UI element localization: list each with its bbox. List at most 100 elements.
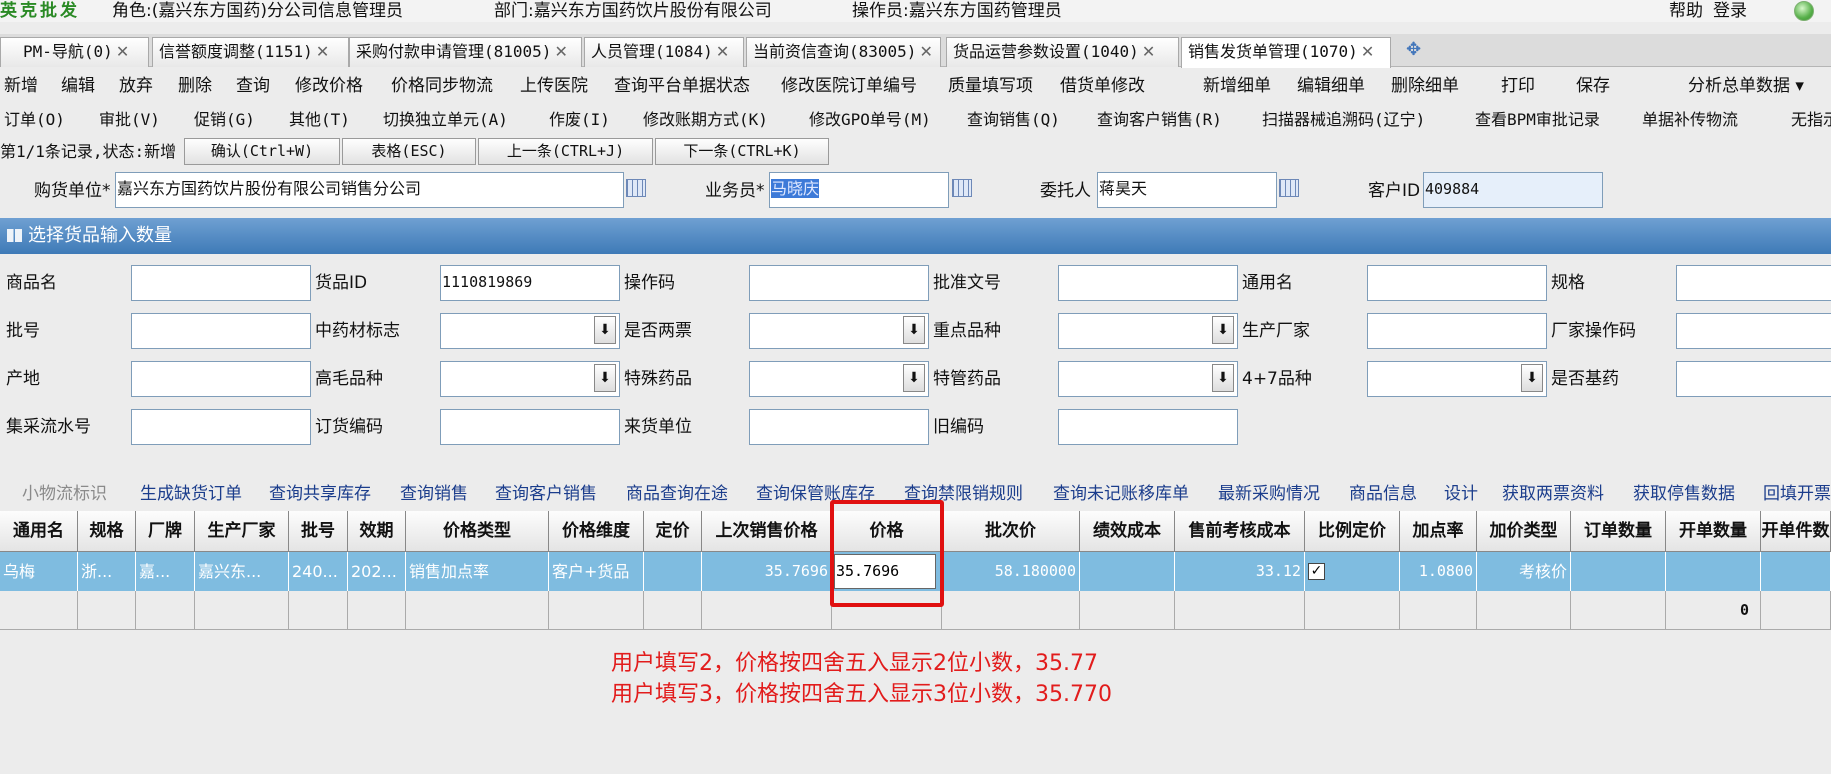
two-invoice-select[interactable]: [749, 313, 929, 349]
tab-goods-params[interactable]: 货品运营参数设置(1040) ✕: [946, 37, 1179, 67]
close-icon[interactable]: ✕: [716, 42, 729, 61]
calendar-icon[interactable]: [1279, 179, 1299, 197]
col-header[interactable]: 厂牌: [136, 511, 195, 552]
table-cell[interactable]: [1571, 552, 1666, 591]
toolbar-new-button[interactable]: 新增: [4, 71, 38, 101]
origin-field[interactable]: [131, 361, 311, 397]
toolbar-add-detail-button[interactable]: 新增细单: [1203, 71, 1271, 101]
four-plus-seven-select[interactable]: [1367, 361, 1547, 397]
tab-pm-nav[interactable]: PM-导航(0) ✕: [0, 37, 149, 67]
menu-modify-gpo[interactable]: 修改GPO单号(M): [809, 105, 931, 135]
tab-credit-query[interactable]: 当前资信查询(83005) ✕: [746, 37, 941, 67]
col-header[interactable]: 加点率: [1400, 511, 1477, 552]
col-header[interactable]: 批次价: [942, 511, 1080, 552]
salesman-field[interactable]: 马晓庆: [769, 172, 949, 208]
login-link[interactable]: 登录: [1713, 0, 1747, 22]
buyer-field[interactable]: 嘉兴东方国药饮片股份有限公司销售分公司: [115, 172, 624, 208]
link-customer-sales[interactable]: 查询客户销售: [495, 479, 597, 509]
menu-scan-trace[interactable]: 扫描器械追溯码(辽宁): [1262, 105, 1425, 135]
central-purchase-field[interactable]: [131, 409, 311, 445]
special-drug-select[interactable]: [749, 361, 929, 397]
next-record-button[interactable]: 下一条(CTRL+K): [655, 138, 829, 165]
dropdown-arrow-icon[interactable]: ⬇: [1521, 364, 1543, 392]
table-cell[interactable]: [1761, 552, 1831, 591]
table-cell-markup-type[interactable]: 考核价: [1477, 552, 1571, 591]
link-latest-purchase[interactable]: 最新采购情况: [1218, 479, 1320, 509]
common-name-field[interactable]: [1367, 265, 1547, 301]
link-product-transit[interactable]: 商品查询在途: [626, 479, 728, 509]
key-variety-select[interactable]: [1058, 313, 1238, 349]
col-header[interactable]: 售前考核成本: [1175, 511, 1305, 552]
table-cell[interactable]: 嘉...: [136, 552, 195, 591]
calendar-icon[interactable]: [952, 179, 972, 197]
toolbar-save-button[interactable]: 保存: [1576, 71, 1610, 101]
table-cell-batch-price[interactable]: 58.180000: [942, 552, 1080, 591]
table-cell[interactable]: 客户+货品: [549, 552, 644, 591]
col-header[interactable]: 价格维度: [549, 511, 644, 552]
col-header[interactable]: 效期: [348, 511, 406, 552]
confirm-button[interactable]: 确认(Ctrl+W): [184, 138, 340, 165]
approval-no-field[interactable]: [1058, 265, 1238, 301]
toolbar-modify-order-no-button[interactable]: 修改医院订单编号: [781, 71, 917, 101]
dropdown-arrow-icon[interactable]: ⬇: [1212, 316, 1234, 344]
table-button[interactable]: 表格(ESC): [342, 138, 476, 165]
toolbar-quality-button[interactable]: 质量填写项: [948, 71, 1033, 101]
special-mgmt-select[interactable]: [1058, 361, 1238, 397]
op-code-field[interactable]: [749, 265, 929, 301]
toolbar-loan-modify-button[interactable]: 借货单修改: [1060, 71, 1145, 101]
menu-other[interactable]: 其他(T): [289, 105, 350, 135]
supplier-field[interactable]: [749, 409, 929, 445]
toolbar-delete-detail-button[interactable]: 删除细单: [1391, 71, 1459, 101]
link-two-invoice-docs[interactable]: 获取两票资料: [1502, 479, 1604, 509]
goods-id-field[interactable]: 1110819869: [440, 265, 620, 301]
menu-order[interactable]: 订单(O): [4, 105, 65, 135]
toolbar-upload-hospital-button[interactable]: 上传医院: [520, 71, 588, 101]
col-header[interactable]: 比例定价: [1305, 511, 1400, 552]
consignor-field[interactable]: 蒋昊天: [1097, 172, 1277, 208]
table-cell[interactable]: [1666, 552, 1761, 591]
menu-query-sales[interactable]: 查询销售(Q): [967, 105, 1060, 135]
toolbar-price-sync-button[interactable]: 价格同步物流: [391, 71, 493, 101]
toolbar-query-platform-button[interactable]: 查询平台单据状态: [614, 71, 750, 101]
close-icon[interactable]: ✕: [1361, 42, 1374, 61]
col-header[interactable]: 开单数量: [1666, 511, 1761, 552]
table-cell[interactable]: 202...: [348, 552, 406, 591]
prev-record-button[interactable]: 上一条(CTRL+J): [478, 138, 653, 165]
close-icon[interactable]: ✕: [919, 42, 932, 61]
link-unposted-transfer[interactable]: 查询未记账移库单: [1053, 479, 1189, 509]
link-query-sales[interactable]: 查询销售: [400, 479, 468, 509]
col-header[interactable]: 订单数量: [1571, 511, 1666, 552]
order-code-field[interactable]: [440, 409, 620, 445]
table-cell[interactable]: 乌梅: [0, 552, 78, 591]
tab-purchase-payment[interactable]: 采购付款申请管理(81005) ✕: [349, 37, 582, 67]
proportional-price-checkbox[interactable]: ✓: [1308, 563, 1325, 580]
menu-switch-unit[interactable]: 切换独立单元(A): [383, 105, 508, 135]
toolbar-modify-price-button[interactable]: 修改价格: [295, 71, 363, 101]
menu-query-customer-sales[interactable]: 查询客户销售(R): [1097, 105, 1222, 135]
col-header[interactable]: 价格类型: [406, 511, 549, 552]
spec-field[interactable]: [1676, 265, 1831, 301]
close-icon[interactable]: ✕: [554, 42, 567, 61]
menu-resend-logistics[interactable]: 单据补传物流: [1642, 105, 1738, 135]
col-header[interactable]: 规格: [78, 511, 136, 552]
table-cell[interactable]: [644, 552, 702, 591]
dropdown-arrow-icon[interactable]: ⬇: [1212, 364, 1234, 392]
table-cell-last-price[interactable]: 35.7696: [702, 552, 832, 591]
customer-id-field[interactable]: 409884: [1423, 172, 1603, 208]
link-product-info[interactable]: 商品信息: [1349, 479, 1417, 509]
toolbar-query-button[interactable]: 查询: [236, 71, 270, 101]
batch-no-field[interactable]: [131, 313, 311, 349]
link-generate-shortage[interactable]: 生成缺货订单: [140, 479, 242, 509]
link-stop-sale-data[interactable]: 获取停售数据: [1633, 479, 1735, 509]
toolbar-edit-detail-button[interactable]: 编辑细单: [1297, 71, 1365, 101]
dropdown-arrow-icon[interactable]: ⬇: [903, 364, 925, 392]
col-header[interactable]: 生产厂家: [195, 511, 289, 552]
tab-credit-adjust[interactable]: 信誉额度调整(1151) ✕: [152, 37, 349, 67]
toolbar-edit-button[interactable]: 编辑: [61, 71, 95, 101]
col-header[interactable]: 定价: [644, 511, 702, 552]
col-header[interactable]: 通用名: [0, 511, 78, 552]
add-tab-icon[interactable]: ✥: [1406, 39, 1421, 60]
link-shared-stock[interactable]: 查询共享库存: [269, 479, 371, 509]
col-header[interactable]: 开单件数: [1761, 511, 1831, 552]
analysis-dropdown[interactable]: 分析总单数据 ▾: [1688, 71, 1804, 101]
